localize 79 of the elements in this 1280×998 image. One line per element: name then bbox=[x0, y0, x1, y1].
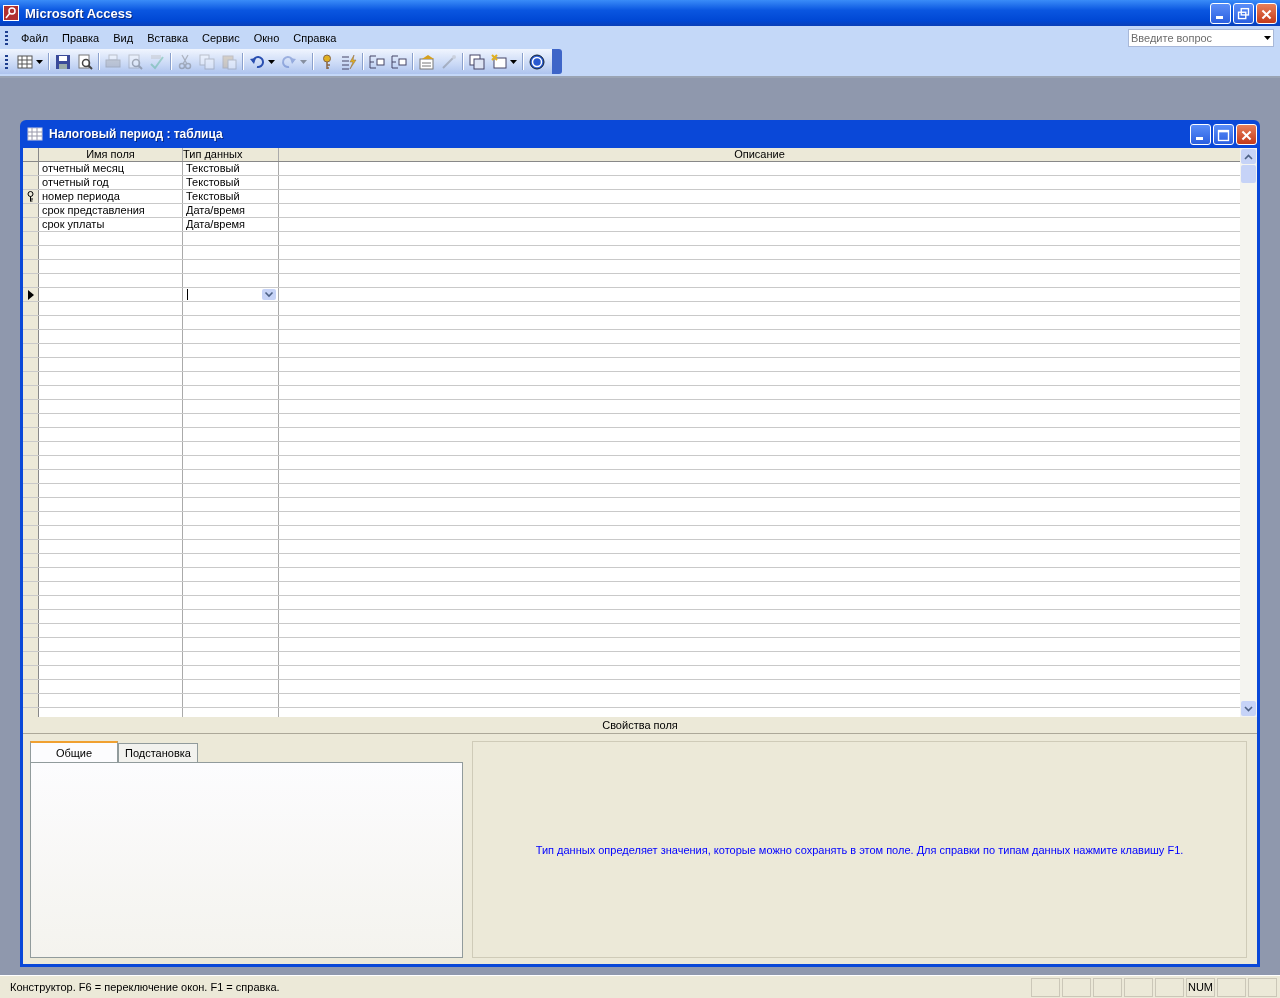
status-panel bbox=[1217, 977, 1246, 997]
chevron-down-icon bbox=[1244, 705, 1253, 712]
minimize-icon bbox=[1216, 15, 1223, 19]
scroll-down-button[interactable] bbox=[1241, 701, 1256, 716]
vertical-scrollbar[interactable] bbox=[1240, 148, 1257, 717]
dropdown-caret-icon bbox=[300, 59, 307, 64]
window-stack-icon bbox=[469, 53, 485, 70]
menu-item[interactable]: Справка bbox=[286, 31, 344, 44]
status-panel bbox=[1248, 977, 1277, 997]
table-cell[interactable]: Дата/время bbox=[183, 218, 279, 231]
table-cell[interactable]: номер периода bbox=[39, 190, 183, 203]
new-object-icon bbox=[491, 53, 507, 70]
row-selector[interactable] bbox=[23, 190, 39, 203]
table-cell[interactable]: срок представления bbox=[39, 204, 183, 217]
status-text: Конструктор. F6 = переключение окон. F1 = справка. bbox=[10, 981, 281, 993]
document-magnifier-icon bbox=[77, 53, 93, 70]
minimize-button[interactable] bbox=[1210, 2, 1231, 24]
close-button[interactable] bbox=[1236, 123, 1257, 145]
menu-item[interactable]: Правка bbox=[55, 31, 107, 44]
menu-item[interactable]: Файл bbox=[14, 31, 56, 44]
current-row-icon bbox=[27, 289, 34, 300]
table-cell[interactable]: Текстовый bbox=[183, 176, 279, 189]
status-panel bbox=[1062, 977, 1091, 997]
copy-icon bbox=[199, 53, 215, 70]
key-icon bbox=[27, 191, 34, 202]
maximize-button[interactable] bbox=[1213, 123, 1234, 145]
spelling-check-icon bbox=[149, 53, 165, 70]
status-panel bbox=[1093, 977, 1122, 997]
toolbar-options-handle[interactable] bbox=[552, 49, 562, 74]
grip-handle[interactable] bbox=[5, 30, 8, 45]
redo-icon bbox=[281, 53, 297, 70]
minimize-icon bbox=[1196, 136, 1203, 140]
undo-icon bbox=[249, 53, 265, 70]
paste-icon bbox=[221, 53, 237, 70]
table-cell[interactable]: Дата/время bbox=[183, 204, 279, 217]
table-icon bbox=[17, 53, 33, 70]
close-button[interactable] bbox=[1256, 2, 1277, 24]
insert-rows-icon bbox=[369, 53, 385, 70]
scroll-up-button[interactable] bbox=[1241, 149, 1256, 164]
status-panel bbox=[1031, 977, 1060, 997]
status-panel bbox=[1155, 977, 1184, 997]
print-icon bbox=[105, 53, 121, 70]
table-icon bbox=[27, 126, 43, 142]
table-cell[interactable]: отчетный год bbox=[39, 176, 183, 189]
menu-item[interactable]: Вид bbox=[106, 31, 141, 44]
table-cell[interactable]: отчетный месяц bbox=[39, 162, 183, 175]
wand-icon bbox=[441, 53, 457, 70]
delete-rows-icon bbox=[391, 53, 407, 70]
table-cell[interactable]: Текстовый bbox=[183, 162, 279, 175]
restore-button[interactable] bbox=[1233, 2, 1254, 24]
window-title: Налоговый период : таблица bbox=[49, 127, 223, 141]
scissors-icon bbox=[177, 53, 193, 70]
help-text: Тип данных определяет значения, которые можно сохранять в этом поле. Для справки по типам данных нажмите клавишу F1. bbox=[535, 843, 1184, 856]
column-header: Тип данных bbox=[183, 148, 279, 161]
dropdown-caret-icon bbox=[268, 59, 275, 64]
minimize-button[interactable] bbox=[1190, 123, 1211, 145]
dropdown-caret-icon bbox=[36, 59, 43, 64]
grip-handle[interactable] bbox=[5, 54, 8, 69]
help-icon bbox=[529, 53, 545, 70]
tab[interactable]: Общие bbox=[30, 741, 118, 762]
status-indicator: NUM bbox=[1186, 977, 1215, 997]
app-title: Microsoft Access bbox=[25, 5, 133, 21]
chevron-up-icon bbox=[1244, 153, 1253, 160]
properties-icon bbox=[419, 53, 435, 70]
lightning-list-icon bbox=[341, 53, 357, 70]
menu-item[interactable]: Сервис bbox=[195, 31, 247, 44]
row-selector[interactable] bbox=[23, 288, 39, 301]
save-icon bbox=[55, 53, 71, 70]
table-cell[interactable]: срок уплаты bbox=[39, 218, 183, 231]
menu-item[interactable]: Окно bbox=[246, 31, 287, 44]
table-cell[interactable]: Текстовый bbox=[183, 190, 279, 203]
status-panel bbox=[1124, 977, 1153, 997]
tab[interactable]: Подстановка bbox=[118, 743, 198, 762]
menu-item[interactable]: Вставка bbox=[140, 31, 195, 44]
scroll-thumb[interactable] bbox=[1241, 165, 1256, 183]
key-icon bbox=[3, 5, 19, 21]
magnifier-icon bbox=[127, 53, 143, 70]
section-title: Свойства поля bbox=[23, 717, 1257, 734]
dropdown-caret-icon bbox=[510, 59, 517, 64]
